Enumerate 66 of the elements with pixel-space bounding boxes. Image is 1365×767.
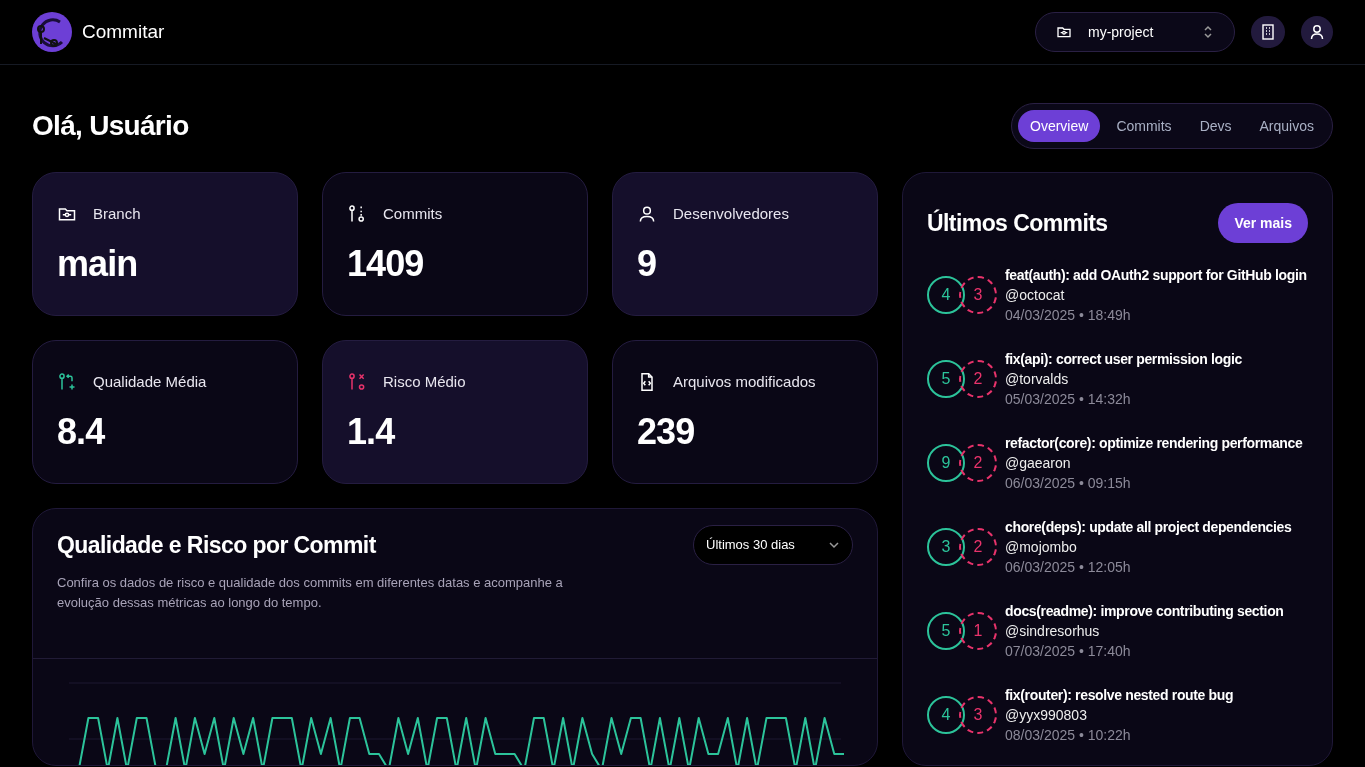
- commit-author: @torvalds: [1005, 370, 1070, 389]
- stat-value: main: [57, 245, 139, 282]
- stat-label: Risco Médio: [383, 372, 466, 392]
- commit-message: refactor(core): optimize rendering performance: [1005, 434, 1303, 453]
- chevron-down-icon: [828, 541, 840, 549]
- building-button[interactable]: [1251, 16, 1285, 48]
- logo-icon: [32, 12, 72, 52]
- tab[interactable]: Commits: [1104, 110, 1184, 142]
- user-button[interactable]: [1301, 16, 1333, 48]
- stat-value: 9: [637, 245, 658, 282]
- app-name: Commitar: [82, 19, 165, 44]
- stat-value: 1409: [347, 245, 425, 282]
- stat-value: 1.4: [347, 413, 396, 450]
- quality-score: 3: [927, 528, 965, 566]
- commit-author: @gaearon: [1005, 454, 1072, 473]
- folder-icon: [1056, 24, 1072, 40]
- commit-author: @yyx990803: [1005, 706, 1088, 725]
- stat-label: Commits: [383, 204, 443, 224]
- stat-label: Arquivos modificados: [673, 372, 816, 392]
- commit-message: fix(router): resolve nested route bug: [1005, 686, 1234, 705]
- chart-title: Qualidade e Risco por Commit: [57, 530, 376, 560]
- user-icon: [637, 204, 657, 225]
- stat-value: 8.4: [57, 413, 106, 450]
- project-select[interactable]: my-project: [1035, 12, 1235, 52]
- stat-value: 239: [637, 413, 696, 450]
- commit-date: 06/03/2025 • 09:15h: [1005, 474, 1132, 493]
- greeting: Olá, Usuário: [32, 109, 189, 143]
- building-icon: [1261, 24, 1275, 40]
- stat-label: Qualidade Média: [93, 372, 207, 392]
- commit-date: 06/03/2025 • 12:05h: [1005, 558, 1132, 577]
- commit-message: feat(auth): add OAuth2 support for GitHub login: [1005, 266, 1307, 285]
- stat-label: Branch: [93, 204, 141, 224]
- risk-score: 3: [959, 696, 997, 734]
- commit-message: fix(api): correct user permission logic: [1005, 350, 1242, 369]
- risk-score: 3: [959, 276, 997, 314]
- commit-message: chore(deps): update all project dependencies: [1005, 518, 1292, 537]
- user-icon: [1310, 24, 1324, 40]
- stat-label: Desenvolvedores: [673, 204, 789, 224]
- git-compare-icon: [347, 204, 367, 225]
- risk-score: 2: [959, 444, 997, 482]
- risk-score: 1: [959, 612, 997, 650]
- tab[interactable]: Arquivos: [1247, 110, 1326, 142]
- tab[interactable]: Overview: [1018, 110, 1101, 142]
- period-select[interactable]: Últimos 30 dias: [693, 525, 853, 565]
- risk-score: 2: [959, 360, 997, 398]
- quality-score: 5: [927, 360, 965, 398]
- chevron-updown-icon: [1202, 24, 1214, 40]
- commit-date: 05/03/2025 • 14:32h: [1005, 390, 1132, 409]
- commit-date: 08/03/2025 • 10:22h: [1005, 726, 1132, 745]
- git-pull-request-icon: [57, 372, 77, 393]
- tab[interactable]: Devs: [1187, 110, 1244, 142]
- quality-score: 4: [927, 276, 965, 314]
- commit-author: @mojombo: [1005, 538, 1078, 557]
- chart-description: Confira os dados de risco e qualidade dos commits em diferentes datas e acompanhe a evolução dessas métricas ao longo do tempo.: [57, 574, 564, 612]
- quality-score: 5: [927, 612, 965, 650]
- commit-date: 07/03/2025 • 17:40h: [1005, 642, 1132, 661]
- risk-score: 2: [959, 528, 997, 566]
- quality-score: 4: [927, 696, 965, 734]
- commit-date: 04/03/2025 • 18:49h: [1005, 306, 1132, 325]
- commit-author: @octocat: [1005, 286, 1066, 305]
- more-button[interactable]: Ver mais: [1218, 203, 1308, 243]
- commit-message: docs(readme): improve contributing section: [1005, 602, 1284, 621]
- git-pull-request-closed-icon: [347, 372, 367, 393]
- quality-score: 9: [927, 444, 965, 482]
- panel-title: Últimos Commits: [927, 208, 1108, 238]
- commit-author: @sindresorhus: [1005, 622, 1101, 641]
